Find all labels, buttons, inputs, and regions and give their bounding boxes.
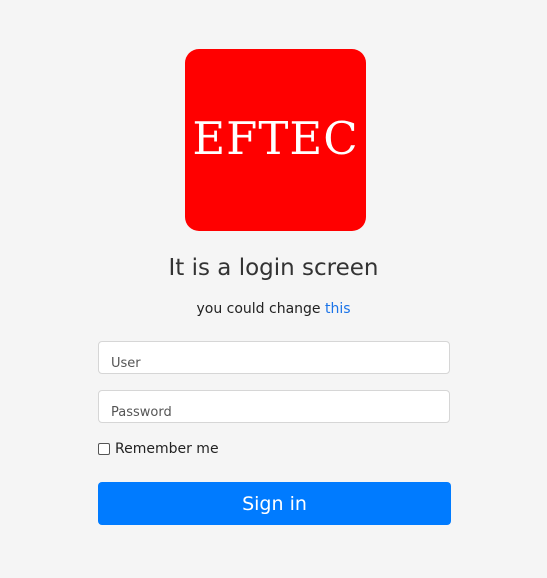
remember-label: Remember me [115, 441, 219, 457]
user-input[interactable] [98, 341, 450, 374]
password-input[interactable] [98, 390, 450, 423]
remember-checkbox[interactable] [98, 443, 110, 455]
logo-text: EFTEC [192, 111, 359, 165]
remember-me[interactable]: Remember me [98, 441, 219, 457]
subtitle: you could change this [0, 301, 547, 317]
eftec-logo: EFTEC [185, 49, 366, 231]
subtitle-text: you could change [196, 301, 321, 317]
sign-in-button[interactable]: Sign in [98, 482, 451, 525]
page-title: It is a login screen [168, 255, 379, 281]
change-link[interactable]: this [325, 301, 351, 317]
